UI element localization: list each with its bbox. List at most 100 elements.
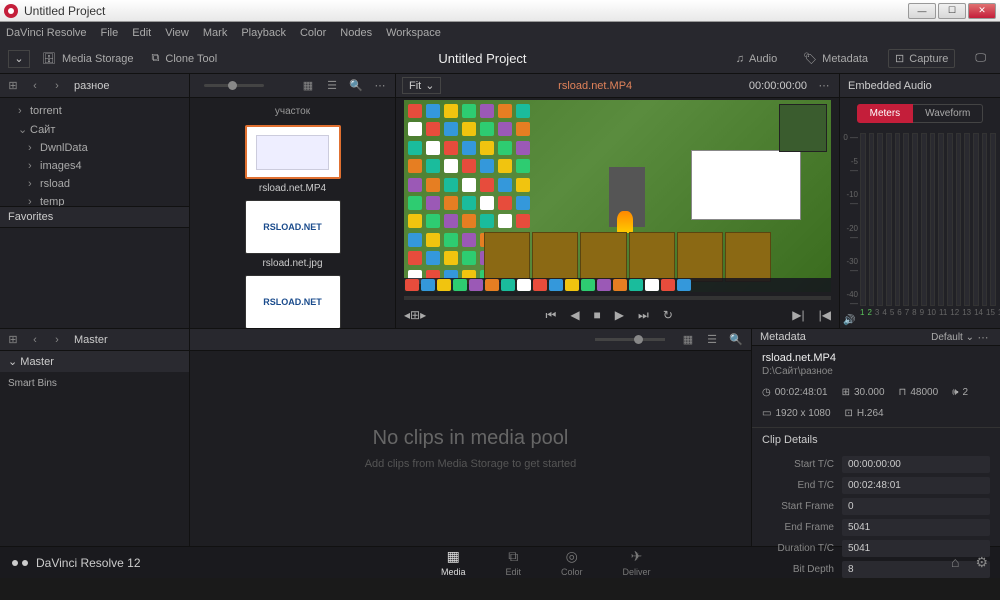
metadata-preset-dropdown[interactable]: Default ⌄: [931, 332, 974, 343]
meter-bar-2: [869, 133, 875, 306]
play-button[interactable]: ▶: [615, 308, 624, 322]
metadata-options-button[interactable]: ⋯: [974, 329, 992, 345]
metadata-panel-button[interactable]: 🏷 Metadata: [797, 50, 874, 67]
pool-grid-button[interactable]: ▦: [679, 332, 697, 348]
close-button[interactable]: ✕: [968, 3, 996, 19]
source-viewer: Fit ⌄ rsload.net.MP4 00:00:00:00 ⋯ ◂⊞▸ ⏮…: [396, 74, 840, 328]
metadata-panel: Metadata Default ⌄ ⋯ rsload.net.MP4 D:\С…: [752, 329, 1000, 546]
meta-row-start-frame: Start Frame0: [762, 498, 990, 515]
menu-playback[interactable]: Playback: [241, 27, 286, 39]
viewer-canvas[interactable]: [404, 100, 831, 292]
menu-file[interactable]: File: [101, 27, 119, 39]
bins-forward-button[interactable]: ›: [48, 332, 66, 348]
layout-dropdown[interactable]: ⌄: [8, 50, 30, 68]
bin-master[interactable]: ⌄ Master: [0, 351, 189, 372]
out-point-button[interactable]: |◀: [819, 308, 831, 322]
bins-back-button[interactable]: ‹: [26, 332, 44, 348]
nav-back-button[interactable]: ‹: [26, 78, 44, 94]
home-button[interactable]: ⌂: [951, 554, 959, 571]
step-back-button[interactable]: ◀: [570, 308, 579, 322]
jog-icon[interactable]: ◂⊞▸: [404, 308, 426, 322]
menu-davinci[interactable]: DaVinci Resolve: [6, 27, 87, 39]
stat-fps: ⊞30.000: [842, 387, 885, 398]
meter-bar-10: [938, 133, 944, 306]
page-edit[interactable]: ⧉Edit: [505, 548, 521, 577]
pool-empty-subtitle: Add clips from Media Storage to get star…: [365, 458, 577, 470]
meter-bar-14: [973, 133, 979, 306]
tree-item-torrent[interactable]: ›torrent: [0, 102, 189, 120]
speaker-icon[interactable]: 🔊: [843, 315, 855, 326]
list-view-button[interactable]: ☰: [323, 78, 341, 94]
frame-icon: ▭: [762, 408, 771, 419]
film-icon: ⊞: [842, 387, 850, 398]
tree-item-temp[interactable]: ›temp: [0, 193, 189, 206]
edit-icon: ⧉: [508, 548, 518, 565]
maximize-button[interactable]: ☐: [938, 3, 966, 19]
page-color[interactable]: ◎Color: [561, 548, 583, 577]
subfolder-label: участок: [198, 106, 387, 117]
transport-controls: ◂⊞▸ ⏮ ◀ ■ ▶ ⏭ ↻ ▶| |◀: [396, 302, 839, 328]
tree-item-DwnlData[interactable]: ›DwnlData: [0, 139, 189, 157]
clone-tool-button[interactable]: ⧉ Clone Tool: [152, 52, 218, 65]
thumbnail[interactable]: RSLOAD.NET: [245, 275, 341, 328]
settings-button[interactable]: ⚙: [975, 554, 988, 571]
brand-icon: [12, 555, 28, 571]
menu-mark[interactable]: Mark: [203, 27, 227, 39]
wave-icon: ⊓: [899, 387, 907, 398]
thumbnail[interactable]: RSLOAD.NETrsload.net.jpg: [245, 200, 341, 269]
in-point-button[interactable]: ▶|: [792, 308, 804, 322]
pool-list-button[interactable]: ☰: [703, 332, 721, 348]
meta-value[interactable]: 00:02:48:01: [842, 477, 990, 494]
pool-search-button[interactable]: 🔍: [727, 332, 745, 348]
audio-panel-button[interactable]: ♫ Audio: [730, 51, 783, 67]
step-fwd-button[interactable]: ⏭: [638, 308, 649, 323]
menu-nodes[interactable]: Nodes: [340, 27, 372, 39]
tree-item-Сайт[interactable]: ⌄Сайт: [0, 120, 189, 139]
page-media[interactable]: ▦Media: [441, 548, 466, 577]
game-character: [609, 167, 645, 227]
zoom-dropdown[interactable]: Fit ⌄: [402, 77, 441, 94]
search-button[interactable]: 🔍: [347, 78, 365, 94]
go-start-button[interactable]: ⏮: [546, 308, 557, 323]
panel-layout-icon[interactable]: ⊞: [4, 78, 22, 94]
meta-value[interactable]: 0: [842, 498, 990, 515]
pool-size-slider[interactable]: [595, 338, 665, 341]
stat-channels: 🕪2: [952, 387, 968, 398]
grid-view-button[interactable]: ▦: [299, 78, 317, 94]
media-pool-empty[interactable]: No clips in media pool Add clips from Me…: [190, 351, 751, 546]
page-deliver[interactable]: ✈Deliver: [623, 548, 651, 577]
monitor-button[interactable]: 🖵: [969, 50, 992, 67]
tree-item-rsload[interactable]: ›rsload: [0, 175, 189, 193]
stat-codec: ⊡H.264: [845, 408, 884, 419]
viewer-scrubber[interactable]: [404, 296, 831, 300]
media-storage-button[interactable]: 🗄 Media Storage: [42, 52, 134, 65]
favorites-list: [0, 228, 189, 328]
capture-button[interactable]: ⊡ Capture: [888, 49, 955, 68]
codec-icon: ⊡: [845, 408, 853, 419]
stop-button[interactable]: ■: [594, 308, 601, 322]
stat-resolution: ▭1920 x 1080: [762, 408, 831, 419]
menu-workspace[interactable]: Workspace: [386, 27, 441, 39]
thumb-size-slider[interactable]: [204, 84, 264, 87]
thumbnail[interactable]: rsload.net.MP4: [245, 125, 341, 194]
meta-value[interactable]: 00:00:00:00: [842, 456, 990, 473]
options-button[interactable]: ⋯: [371, 78, 389, 94]
thumbnail-panel: ▦ ☰ 🔍 ⋯ участок rsload.net.MP4RSLOAD.NET…: [190, 74, 396, 328]
meta-value[interactable]: 5041: [842, 519, 990, 536]
music-icon: ♫: [736, 53, 744, 65]
menu-view[interactable]: View: [165, 27, 189, 39]
loop-button[interactable]: ↻: [663, 308, 673, 322]
bins-layout-icon[interactable]: ⊞: [4, 332, 22, 348]
menu-color[interactable]: Color: [300, 27, 326, 39]
meta-row-start-t-c: Start T/C00:00:00:00: [762, 456, 990, 473]
color-icon: ◎: [566, 548, 578, 565]
nav-forward-button[interactable]: ›: [48, 78, 66, 94]
viewer-options-button[interactable]: ⋯: [815, 78, 833, 94]
minimize-button[interactable]: —: [908, 3, 936, 19]
tab-meters[interactable]: Meters: [857, 104, 914, 123]
monitor-icon: 🖵: [975, 52, 986, 65]
tab-waveform[interactable]: Waveform: [913, 104, 983, 123]
speaker-icon: 🕪: [952, 387, 958, 398]
menu-edit[interactable]: Edit: [132, 27, 151, 39]
tree-item-images4[interactable]: ›images4: [0, 157, 189, 175]
